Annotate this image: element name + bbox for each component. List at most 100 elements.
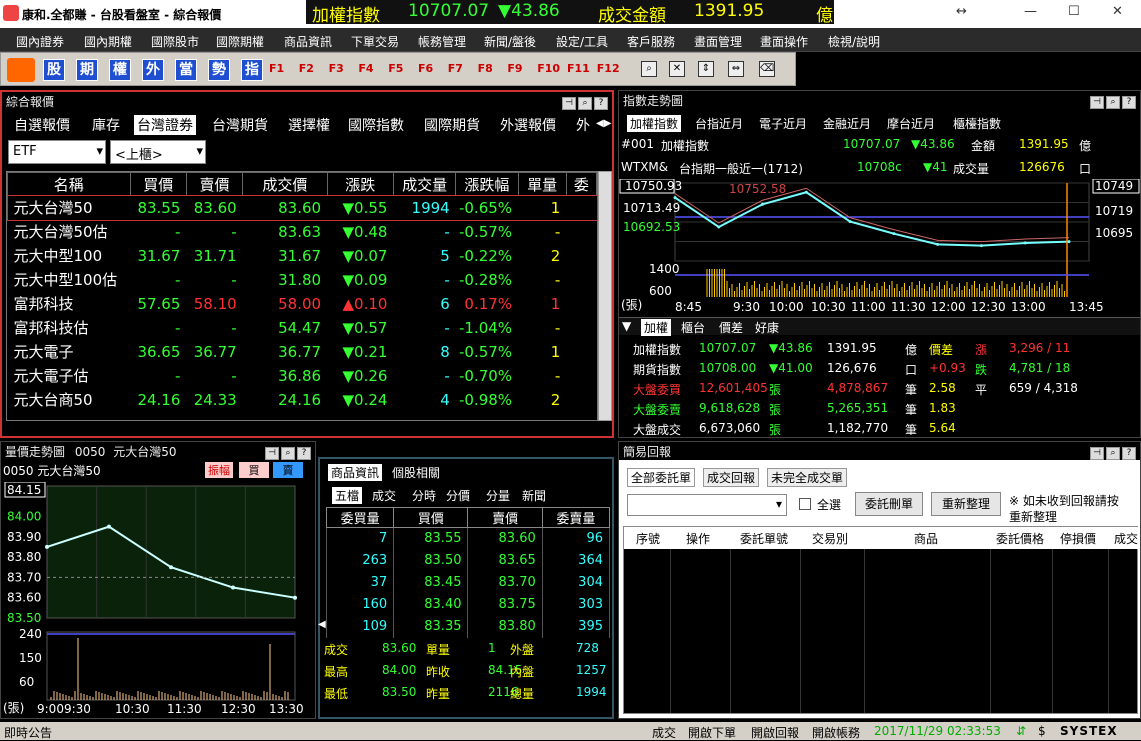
book-row[interactable]: 160 83.40 83.75 303 bbox=[325, 593, 611, 616]
menu-item[interactable]: 檢視/說明 bbox=[828, 33, 880, 50]
menu-item[interactable]: 商品資訊 bbox=[284, 33, 332, 50]
order-tab[interactable]: 全部委託單 bbox=[627, 468, 696, 487]
table-row[interactable]: 富邦科技 57.65 58.10 58.00 ▲0.10 6 0.17% 1 bbox=[8, 292, 597, 316]
table-row[interactable]: 元大台灣50估 - -83.63 ▼0.48- -0.57% - bbox=[8, 220, 597, 244]
menu-item[interactable]: 國內期權 bbox=[84, 33, 132, 50]
sell-button[interactable]: 賣 bbox=[273, 462, 303, 478]
quote-tab[interactable]: 國際指數 bbox=[348, 115, 404, 135]
column-header[interactable]: 買價 bbox=[129, 172, 187, 196]
quote-tab[interactable]: 外 bbox=[576, 115, 590, 135]
index-tab[interactable]: 台指近月 bbox=[695, 115, 743, 132]
book-row[interactable]: 7 83.55 83.60 96 bbox=[325, 527, 611, 550]
quote-tab[interactable]: 國際期貨 bbox=[424, 115, 480, 135]
table-row[interactable]: 富邦科技估 - -54.47 ▼0.57- -1.04% - bbox=[8, 316, 597, 340]
close-window-icon[interactable]: ✕ bbox=[669, 61, 685, 77]
vertical-split-icon[interactable]: ⇕ bbox=[698, 61, 714, 77]
quick-button[interactable]: 股 bbox=[43, 59, 65, 81]
menu-item[interactable]: 畫面管理 bbox=[694, 33, 742, 50]
open-order-link[interactable]: 開啟下單 bbox=[688, 724, 736, 741]
book-subtab[interactable]: 分量 bbox=[486, 487, 510, 504]
book-row[interactable]: 109 83.35 83.80 395 bbox=[325, 615, 611, 638]
function-key[interactable]: F8 bbox=[478, 62, 493, 75]
zoom-icon[interactable]: ⌕ bbox=[1106, 96, 1120, 109]
collapse-icon[interactable]: ▼ bbox=[622, 319, 631, 333]
menu-item[interactable]: 設定/工具 bbox=[556, 33, 608, 50]
magnifier-icon[interactable]: ⌕ bbox=[641, 61, 657, 77]
pin-icon[interactable]: ⊣ bbox=[265, 447, 279, 460]
column-header[interactable]: 單量 bbox=[517, 172, 567, 196]
resize-icon[interactable]: ↔ bbox=[956, 4, 967, 19]
column-header[interactable]: 漲跌幅 bbox=[455, 172, 519, 196]
function-key[interactable]: F9 bbox=[507, 62, 522, 75]
function-key[interactable]: F6 bbox=[418, 62, 433, 75]
function-key[interactable]: F12 bbox=[597, 62, 620, 75]
column-header[interactable]: 漲跌 bbox=[326, 172, 394, 196]
quote-tab[interactable]: 台灣期貨 bbox=[212, 115, 268, 135]
quote-tab[interactable]: 選擇權 bbox=[288, 115, 330, 135]
quick-button[interactable]: 權 bbox=[109, 59, 131, 81]
menu-item[interactable]: 帳務管理 bbox=[418, 33, 466, 50]
help-icon[interactable]: ? bbox=[297, 447, 311, 460]
help-icon[interactable]: ? bbox=[594, 97, 608, 110]
index-tab[interactable]: 電子近月 bbox=[759, 115, 807, 132]
table-row[interactable]: 元大中型100估 - -31.80 ▼0.09- -0.28% - bbox=[8, 268, 597, 292]
help-icon[interactable]: ? bbox=[1122, 96, 1136, 109]
open-account-link[interactable]: 開啟帳務 bbox=[812, 724, 860, 741]
function-key[interactable]: F10 bbox=[537, 62, 560, 75]
book-tab[interactable]: 個股相關 bbox=[392, 464, 440, 481]
status-trade[interactable]: 成交 bbox=[652, 724, 676, 741]
quick-button[interactable]: 指 bbox=[241, 59, 263, 81]
menu-item[interactable]: 新聞/盤後 bbox=[484, 33, 536, 50]
minimize-button[interactable]: — bbox=[1024, 4, 1037, 19]
tab-scroll-arrows[interactable]: ◀▶ bbox=[596, 118, 611, 129]
select-all-checkbox[interactable] bbox=[799, 498, 811, 510]
zoom-icon[interactable]: ⌕ bbox=[281, 447, 295, 460]
order-tab[interactable]: 未完全成交單 bbox=[767, 468, 848, 487]
index-subtab[interactable]: 加權 bbox=[641, 319, 672, 336]
quick-button[interactable]: 外 bbox=[142, 59, 164, 81]
menu-item[interactable]: 國際股市 bbox=[151, 33, 199, 50]
menu-item[interactable]: 國內證券 bbox=[16, 33, 64, 50]
close-button[interactable]: ✕ bbox=[1112, 4, 1123, 19]
quote-tab[interactable]: 自選報價 bbox=[14, 115, 70, 135]
table-row[interactable]: 元大台灣50 83.55 83.60 83.60 ▼0.55 1994 -0.65% 1 bbox=[6, 194, 598, 221]
zoom-icon[interactable]: ⌕ bbox=[1106, 447, 1120, 460]
order-tab[interactable]: 成交回報 bbox=[703, 468, 760, 487]
function-key[interactable]: F5 bbox=[388, 62, 403, 75]
help-icon[interactable]: ? bbox=[1122, 447, 1136, 460]
index-tab[interactable]: 金融近月 bbox=[823, 115, 871, 132]
market-select[interactable]: <上櫃> ▾ bbox=[110, 140, 206, 164]
quick-button[interactable]: 期 bbox=[76, 59, 98, 81]
index-subtab[interactable]: 櫃台 bbox=[681, 319, 705, 336]
index-tab[interactable]: 櫃檯指數 bbox=[953, 115, 1001, 132]
menu-item[interactable]: 客戶服務 bbox=[627, 33, 675, 50]
index-tab[interactable]: 摩台近月 bbox=[887, 115, 935, 132]
function-key[interactable]: F4 bbox=[358, 62, 373, 75]
function-key[interactable]: F2 bbox=[299, 62, 314, 75]
index-tab[interactable]: 加權指數 bbox=[627, 115, 682, 132]
buy-button[interactable]: 買 bbox=[239, 462, 269, 478]
announcement-link[interactable]: 即時公告 bbox=[4, 724, 52, 741]
book-subtab[interactable]: 分價 bbox=[446, 487, 470, 504]
maximize-button[interactable]: ☐ bbox=[1068, 4, 1080, 19]
zoom-icon[interactable]: ⌕ bbox=[578, 97, 592, 110]
column-header[interactable]: 成交價 bbox=[242, 172, 328, 196]
open-report-link[interactable]: 開啟回報 bbox=[751, 724, 799, 741]
function-key[interactable]: F1 bbox=[269, 62, 284, 75]
column-header[interactable]: 成交量 bbox=[392, 172, 457, 196]
book-subtab[interactable]: 新聞 bbox=[522, 487, 546, 504]
column-header[interactable]: 賣價 bbox=[185, 172, 244, 196]
table-row[interactable]: 元大台商50 24.16 24.33 24.16 ▼0.24 4 -0.98% 2 bbox=[8, 388, 597, 412]
pin-icon[interactable]: ⊣ bbox=[1090, 447, 1104, 460]
home-icon[interactable] bbox=[7, 58, 35, 82]
quick-button[interactable]: 勢 bbox=[208, 59, 230, 81]
quote-tab[interactable]: 庫存 bbox=[92, 115, 120, 135]
book-tab[interactable]: 商品資訊 bbox=[328, 464, 383, 481]
menu-item[interactable]: 畫面操作 bbox=[760, 33, 808, 50]
account-select[interactable]: ▾ bbox=[627, 494, 787, 516]
function-key[interactable]: F7 bbox=[448, 62, 463, 75]
book-row[interactable]: 37 83.45 83.70 304 bbox=[325, 571, 611, 594]
book-subtab[interactable]: 分時 bbox=[412, 487, 436, 504]
quote-tab[interactable]: 台灣證券 bbox=[134, 115, 196, 135]
pin-icon[interactable]: ⊣ bbox=[562, 97, 576, 110]
